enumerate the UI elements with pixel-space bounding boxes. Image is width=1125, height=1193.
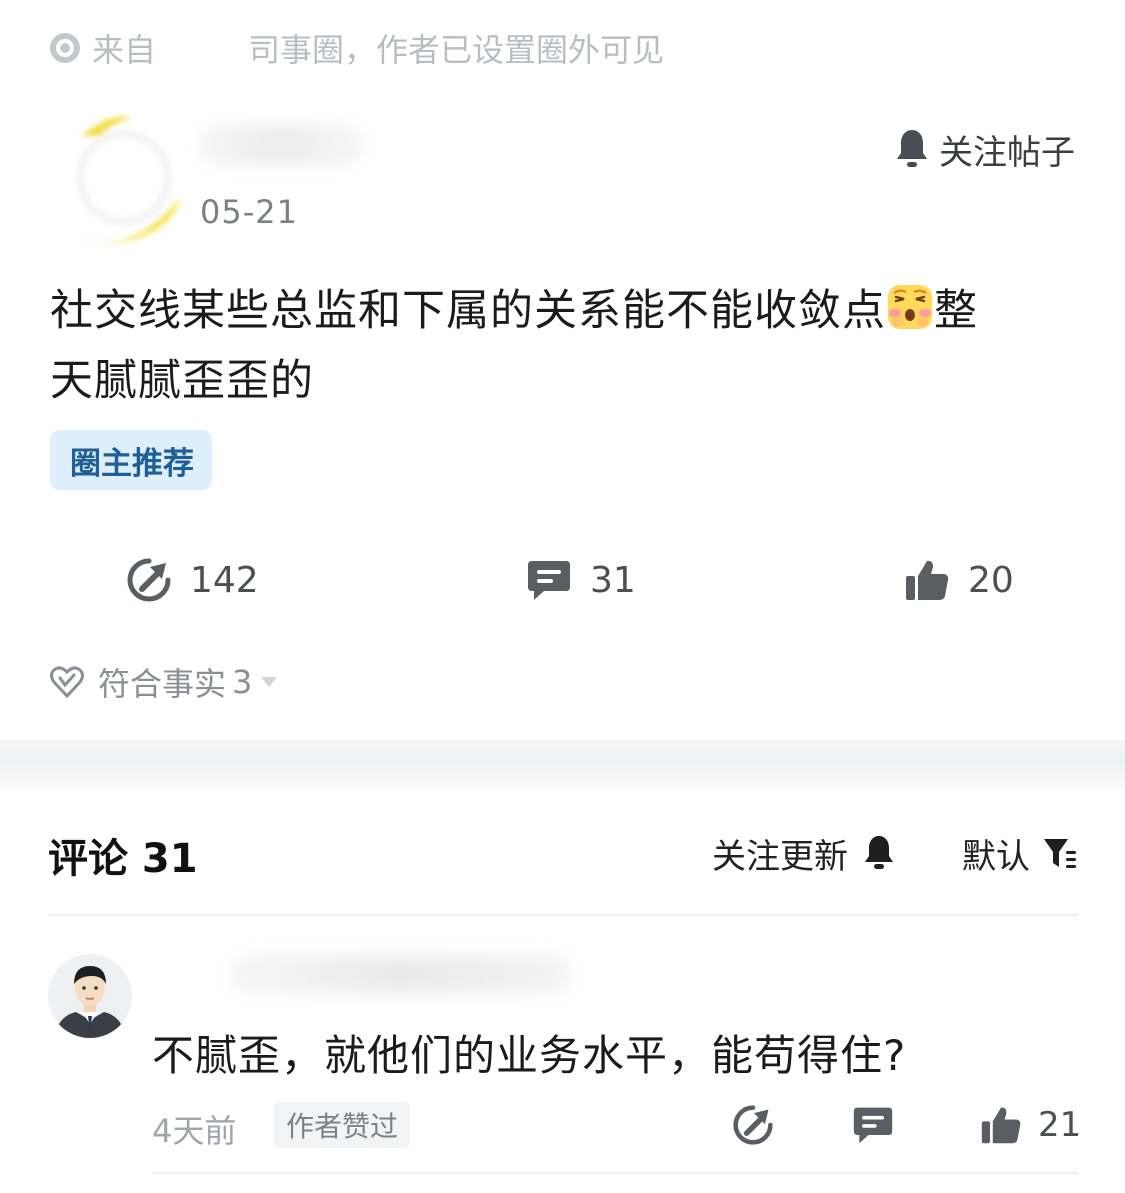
comment-time: 4天前 xyxy=(152,1112,237,1150)
comment-bubble-icon xyxy=(528,561,570,600)
bell-icon xyxy=(865,836,893,869)
share-count: 142 xyxy=(190,559,259,601)
commenter-name-blurred[interactable] xyxy=(230,955,570,993)
like-count: 20 xyxy=(968,559,1014,601)
divider xyxy=(48,914,1078,916)
fact-label: 符合事实 xyxy=(98,665,227,703)
circle-source-line: 来自 司事圈，作者已设置圈外可见 xyxy=(48,26,664,70)
comment-bubble-icon[interactable] xyxy=(852,1104,894,1146)
like-button[interactable]: 20 xyxy=(904,552,1014,608)
redacted-circle-name xyxy=(156,30,249,66)
author-name-blurred[interactable] xyxy=(200,125,365,165)
sort-dropdown[interactable]: 默认 xyxy=(962,830,1078,877)
comment-like-button[interactable]: 21 xyxy=(980,1100,1081,1150)
comment-text: 不腻歪，就他们的业务水平，能苟得住? xyxy=(152,1031,907,1080)
flustered-face-emoji-icon xyxy=(888,285,932,329)
section-divider xyxy=(0,740,1125,788)
author-liked-badge: 作者赞过 xyxy=(274,1102,411,1148)
post-date: 05-21 xyxy=(200,193,298,231)
post-content: 社交线某些总监和下属的关系能不能收敛点 整 天腻腻歪歪的 xyxy=(50,276,1080,416)
heart-badge-icon xyxy=(50,666,84,699)
sort-label: 默认 xyxy=(962,836,1030,877)
source-suffix: 司事圈，作者已设置圈外可见 xyxy=(248,31,665,69)
thumbs-up-icon xyxy=(981,1107,1021,1144)
author-avatar[interactable] xyxy=(62,108,192,248)
source-prefix: 来自 xyxy=(92,31,157,69)
thumbs-up-icon xyxy=(906,560,949,600)
share-arrow-icon xyxy=(127,558,171,602)
recommended-tag[interactable]: 圈主推荐 xyxy=(50,430,212,490)
post-text-line2: 天腻腻歪歪的 xyxy=(50,356,314,406)
follow-updates-label: 关注更新 xyxy=(712,836,848,877)
fact-check-row[interactable]: 符合事实 3 xyxy=(48,660,278,704)
target-circle-icon xyxy=(50,33,80,63)
comments-title: 评论 31 xyxy=(48,836,198,882)
comment-button[interactable]: 31 xyxy=(526,552,636,608)
divider xyxy=(152,1172,1078,1174)
follow-post-button[interactable]: 关注帖子 xyxy=(893,124,1075,174)
comment-count: 31 xyxy=(590,559,636,601)
share-arrow-icon[interactable] xyxy=(732,1104,774,1146)
share-button[interactable]: 142 xyxy=(126,552,259,608)
fact-count: 3 xyxy=(232,663,253,701)
bell-icon xyxy=(897,130,927,167)
comment-like-count: 21 xyxy=(1038,1105,1082,1145)
follow-updates-button[interactable]: 关注更新 xyxy=(712,830,896,877)
caret-down-icon xyxy=(261,677,278,687)
filter-icon xyxy=(1044,839,1076,868)
follow-post-label: 关注帖子 xyxy=(939,132,1075,173)
post-text-part1: 社交线某些总监和下属的关系能不能收敛点 xyxy=(50,286,886,336)
commenter-avatar[interactable] xyxy=(48,954,132,1038)
post-text-part2: 整 xyxy=(934,286,978,336)
